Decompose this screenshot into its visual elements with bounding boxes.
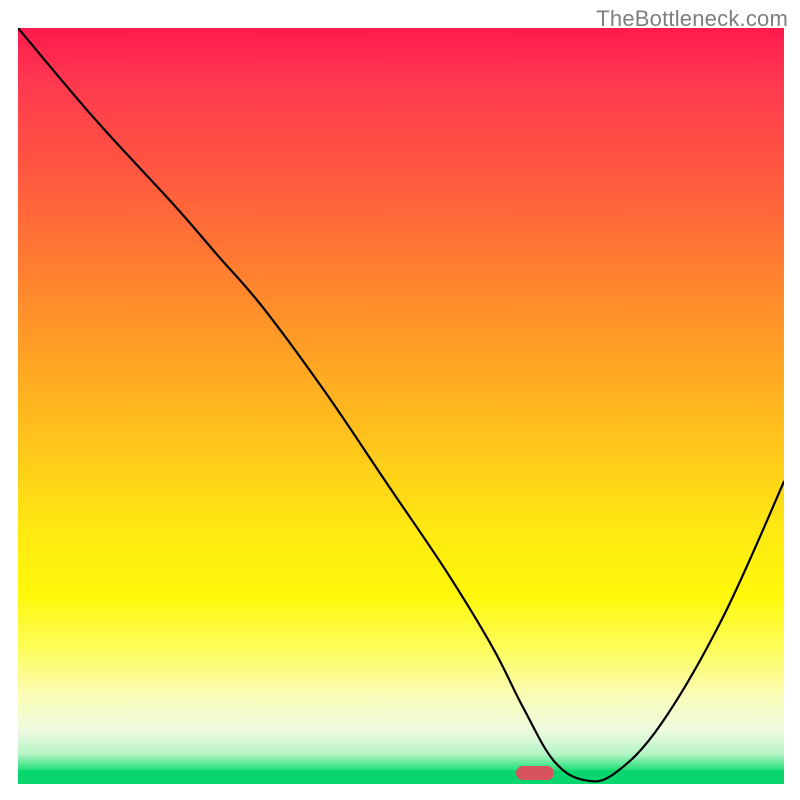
watermark-text: TheBottleneck.com [596, 6, 788, 32]
chart-container: TheBottleneck.com [0, 0, 800, 800]
bottleneck-curve [18, 28, 784, 781]
min-marker [516, 766, 554, 780]
plot-area [18, 28, 784, 784]
curve-svg [18, 28, 784, 784]
